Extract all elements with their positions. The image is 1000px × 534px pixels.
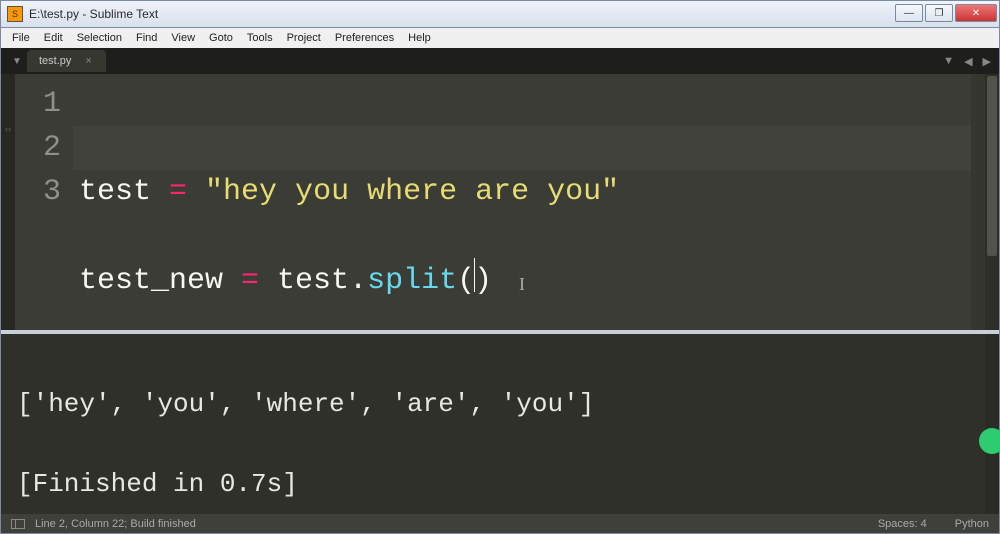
output-line: ['hey', 'you', 'where', 'are', 'you'] [17,384,981,424]
badge-icon [979,428,1000,454]
code-token: ( [457,264,475,298]
code-token: . [349,264,367,298]
code-token: test_new [79,264,241,298]
menu-edit[interactable]: Edit [37,30,70,46]
menu-preferences[interactable]: Preferences [328,30,401,46]
menu-file[interactable]: File [5,30,37,46]
minimize-button[interactable]: — [895,4,923,22]
scrollbar-thumb[interactable] [987,76,997,256]
code-token: = [241,264,259,298]
app-icon: S [7,6,23,22]
menu-project[interactable]: Project [280,30,328,46]
tab-strip: ▼ test.py × ▼ ◀ ▶ [1,48,999,74]
menu-goto[interactable]: Goto [202,30,240,46]
editor: 1 2 3 test = "hey you where are you" tes… [15,74,999,330]
code-token: test [79,175,169,209]
maximize-button[interactable]: ❐ [925,4,953,22]
menu-help[interactable]: Help [401,30,438,46]
minimap[interactable] [971,74,985,330]
close-window-button[interactable]: ✕ [955,4,997,22]
editor-wrap: ‹› 1 2 3 test = "hey you where are you" … [1,74,999,330]
tab-dropdown-icon[interactable]: ▼ [7,56,27,67]
menu-view[interactable]: View [164,30,202,46]
menu-find[interactable]: Find [129,30,164,46]
code-area[interactable]: test = "hey you where are you" test_new … [73,74,971,330]
tab-nav-right-icon[interactable]: ▶ [983,55,991,68]
code-token: split [367,264,457,298]
menu-bar: File Edit Selection Find View Goto Tools… [0,28,1000,48]
output-line: [Finished in 0.7s] [17,464,981,504]
window-title: E:\test.py - Sublime Text [29,7,158,21]
build-output-panel: ['hey', 'you', 'where', 'are', 'you'] [F… [1,334,999,514]
code-token [187,175,205,209]
line-number-gutter: 1 2 3 [15,74,73,330]
editor-scrollbar[interactable] [985,74,999,330]
line-number: 1 [15,82,61,126]
output-scrollbar[interactable] [985,334,999,514]
code-token: = [169,175,187,209]
menu-selection[interactable]: Selection [70,30,129,46]
line-number: 3 [15,170,61,214]
panel-toggle-icon[interactable] [11,519,25,529]
side-gutter: ‹› [1,74,15,330]
window-controls: — ❐ ✕ [893,4,997,24]
code-token: "hey you where are you" [205,175,619,209]
tab-label: test.py [39,55,71,67]
tab-test-py[interactable]: test.py × [27,50,106,72]
tab-dropdown-right-icon[interactable]: ▼ [943,55,954,68]
tab-nav-left-icon[interactable]: ◀ [964,55,972,68]
window-title-bar: S E:\test.py - Sublime Text — ❐ ✕ [0,0,1000,28]
build-output-text[interactable]: ['hey', 'you', 'where', 'are', 'you'] [F… [1,334,985,514]
menu-tools[interactable]: Tools [240,30,280,46]
code-token: test [259,264,349,298]
fold-indicator-icon[interactable]: ‹› [1,74,15,134]
line-number: 2 [15,126,61,170]
tab-close-icon[interactable]: × [85,55,91,67]
code-token: ) [474,264,492,298]
